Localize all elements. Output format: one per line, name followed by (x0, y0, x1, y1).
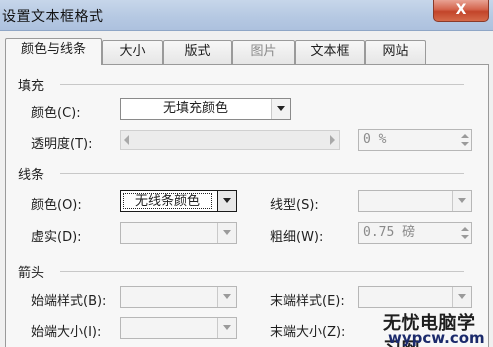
line-style-label: 线型(S): (270, 198, 319, 213)
end-size-label: 末端大小(Z): (270, 325, 346, 340)
watermark-url: wypcw.com (388, 329, 485, 347)
dialog-title: 设置文本框格式 (2, 9, 104, 25)
weight-spinner: 0.75 磅 (358, 222, 472, 244)
section-arrows: 箭头 (18, 266, 45, 281)
weight-value: 0.75 磅 (363, 225, 416, 240)
line-color-label: 颜色(O): (31, 198, 82, 213)
line-color-dropdown[interactable]: 无线条颜色 (120, 190, 237, 212)
spin-down-icon[interactable] (461, 142, 469, 146)
transparency-value: 0 % (363, 132, 387, 147)
spin-up-icon (461, 227, 469, 231)
line-color-value: 无线条颜色 (123, 193, 212, 209)
close-button[interactable]: X (433, 0, 489, 22)
tab-picture: 图片 (232, 40, 295, 64)
tab-layout[interactable]: 版式 (163, 40, 232, 64)
scroll-left-icon[interactable] (124, 135, 129, 145)
chevron-down-icon[interactable] (217, 191, 236, 211)
chevron-down-icon (217, 287, 236, 307)
section-arrows-divider (60, 271, 464, 272)
fill-color-value: 无填充颜色 (162, 101, 228, 116)
line-style-dropdown (358, 190, 472, 212)
spin-up-icon[interactable] (461, 134, 469, 138)
tab-colors-lines[interactable]: 颜色与线条 (5, 38, 102, 65)
chevron-down-icon (217, 223, 236, 243)
tab-website[interactable]: 网站 (365, 40, 426, 64)
chevron-down-icon (452, 287, 471, 307)
dash-label: 虚实(D): (31, 230, 82, 245)
tab-size[interactable]: 大小 (102, 40, 163, 64)
transparency-slider[interactable] (120, 130, 340, 150)
spin-down-icon (461, 235, 469, 239)
title-bar[interactable]: 设置文本框格式 X (0, 0, 493, 31)
weight-label: 粗细(W): (270, 230, 324, 245)
section-line-divider (60, 173, 464, 174)
begin-size-label: 始端大小(I): (31, 325, 102, 340)
transparency-label: 透明度(T): (31, 137, 93, 152)
chevron-down-icon (217, 318, 236, 338)
end-style-dropdown (358, 286, 472, 308)
format-textbox-dialog: 设置文本框格式 X 颜色与线条 大小 版式 图片 文本框 网站 填充 颜色(C)… (0, 0, 493, 347)
end-style-label: 末端样式(E): (270, 294, 345, 309)
transparency-spinner[interactable]: 0 % (358, 129, 472, 151)
begin-style-dropdown (120, 286, 237, 308)
chevron-down-icon (452, 191, 471, 211)
chevron-down-icon[interactable] (271, 99, 290, 119)
fill-color-label: 颜色(C): (31, 106, 81, 121)
section-fill: 填充 (18, 79, 45, 94)
section-fill-divider (60, 84, 464, 85)
fill-color-dropdown[interactable]: 无填充颜色 (120, 98, 291, 120)
dash-dropdown (120, 222, 237, 244)
begin-size-dropdown (120, 317, 237, 339)
begin-style-label: 始端样式(B): (31, 294, 107, 309)
tab-textbox[interactable]: 文本框 (295, 40, 365, 64)
section-line: 线条 (18, 168, 45, 183)
scroll-right-icon[interactable] (330, 135, 335, 145)
